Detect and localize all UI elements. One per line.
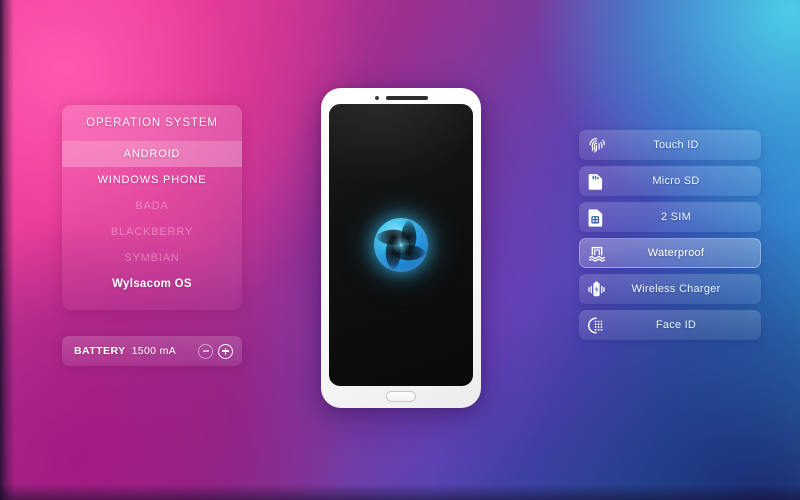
operation-system-panel: OPERATION SYSTEM ANDROID WINDOWS PHONE B… [62, 105, 242, 310]
earpiece-speaker-icon [385, 95, 428, 101]
sim-card-icon [579, 202, 613, 232]
os-option-label: SYMBIAN [124, 252, 180, 264]
feature-row-face-id[interactable]: Face ID [579, 310, 761, 340]
os-option-label: BLACKBERRY [110, 226, 194, 238]
face-id-icon [579, 310, 613, 340]
feature-list: Touch ID Micro SD 2 SIM Waterproof Wirel… [579, 130, 761, 340]
feature-row-wireless-charger[interactable]: Wireless Charger [579, 274, 761, 304]
home-button-icon[interactable] [386, 391, 416, 402]
feature-row-waterproof[interactable]: Waterproof [579, 238, 761, 268]
os-option-bada[interactable]: BADA [62, 193, 242, 219]
battery-label: BATTERY [74, 345, 126, 357]
minus-circle-icon[interactable] [198, 343, 213, 359]
front-camera-dot-icon [374, 96, 379, 100]
waterproof-icon [580, 238, 614, 268]
phone-top-bar [321, 94, 481, 102]
app-stage: OPERATION SYSTEM ANDROID WINDOWS PHONE B… [0, 0, 800, 500]
battery-stepper [198, 343, 233, 359]
phone-mockup [321, 88, 481, 408]
os-option-android[interactable]: ANDROID [62, 141, 242, 167]
feature-row-touch-id[interactable]: Touch ID [579, 130, 761, 160]
os-option-symbian[interactable]: SYMBIAN [62, 245, 242, 271]
operation-system-title: OPERATION SYSTEM [62, 105, 242, 141]
wireless-charging-icon [579, 274, 613, 304]
feature-label: Micro SD [652, 175, 700, 187]
feature-label: Wireless Charger [631, 283, 721, 295]
os-option-wylsacom-os[interactable]: Wylsacom OS [62, 271, 242, 297]
phone-screen[interactable] [329, 104, 473, 386]
logo-core [393, 237, 409, 253]
os-option-label: ANDROID [123, 148, 181, 160]
wylsacom-logo-icon [374, 218, 428, 272]
feature-row-micro-sd[interactable]: Micro SD [579, 166, 761, 196]
feature-label: 2 SIM [661, 211, 691, 223]
os-option-windows-phone[interactable]: WINDOWS PHONE [62, 167, 242, 193]
plus-circle-icon[interactable] [218, 343, 233, 359]
os-option-label: BADA [135, 200, 169, 212]
feature-label: Face ID [655, 319, 697, 331]
feature-label: Touch ID [653, 139, 699, 151]
os-option-label: WINDOWS PHONE [97, 174, 207, 186]
os-option-blackberry[interactable]: BLACKBERRY [62, 219, 242, 245]
sd-card-icon [579, 166, 613, 196]
os-option-label: Wylsacom OS [112, 277, 192, 290]
battery-value: 1500 mA [131, 345, 177, 357]
feature-label: Waterproof [647, 247, 705, 259]
os-panel-spacer [62, 297, 242, 310]
battery-panel: BATTERY 1500 mA [62, 336, 242, 366]
feature-row-2-sim[interactable]: 2 SIM [579, 202, 761, 232]
fingerprint-icon [579, 130, 613, 160]
